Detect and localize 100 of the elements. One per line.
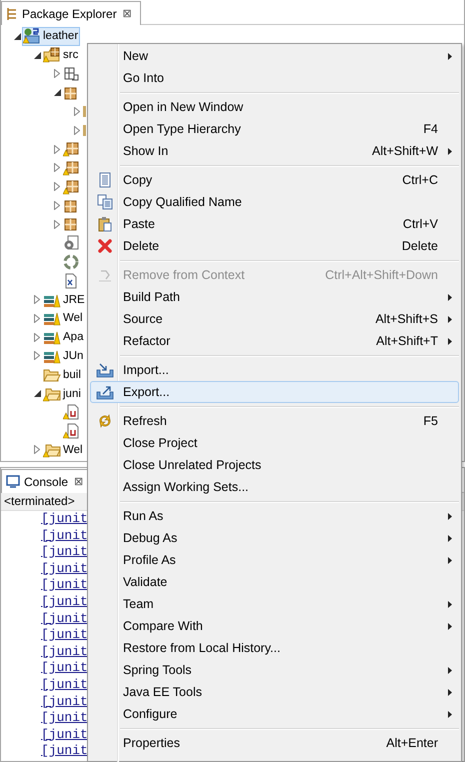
expanded-arrow-icon[interactable] bbox=[54, 89, 60, 96]
menu-item[interactable]: Open Type Hierarchy F4 bbox=[90, 118, 459, 140]
collapsed-arrow-icon[interactable] bbox=[54, 163, 60, 172]
recycle-icon bbox=[63, 254, 79, 270]
console-icon bbox=[6, 475, 20, 488]
menu-item[interactable]: Spring Tools bbox=[90, 659, 459, 681]
tab-title[interactable]: Console bbox=[24, 474, 68, 488]
console-link[interactable]: [junit bbox=[41, 577, 88, 594]
collapsed-arrow-icon[interactable] bbox=[34, 332, 40, 342]
menu-item[interactable]: Import... bbox=[90, 359, 459, 381]
menu-item[interactable]: Restore from Local History... bbox=[90, 637, 459, 659]
tree-item[interactable] bbox=[62, 252, 81, 272]
package-warning-icon bbox=[63, 178, 79, 195]
expanded-arrow-icon[interactable] bbox=[14, 32, 20, 40]
console-link[interactable]: [junit bbox=[41, 627, 88, 644]
tree-item[interactable] bbox=[62, 422, 81, 441]
package-icon bbox=[63, 216, 79, 232]
menu-item[interactable]: Paste Ctrl+V bbox=[90, 213, 459, 235]
menu-item[interactable]: Team bbox=[90, 593, 459, 615]
console-link[interactable]: [junit bbox=[41, 610, 88, 628]
package-explorer-icon bbox=[6, 6, 18, 20]
xml-file-icon bbox=[63, 272, 79, 289]
close-icon[interactable]: ⊠ bbox=[120, 7, 134, 20]
console-link[interactable]: [junit bbox=[41, 660, 88, 677]
menu-item[interactable]: Export... bbox=[90, 381, 459, 403]
menu-item[interactable]: New bbox=[90, 45, 459, 67]
tree-item[interactable]: Wel bbox=[42, 440, 85, 460]
tree-item[interactable]: Wel bbox=[42, 308, 85, 328]
menu-item[interactable]: Go Into bbox=[90, 67, 459, 89]
package-icon bbox=[63, 84, 79, 101]
tree-item[interactable] bbox=[62, 64, 81, 84]
tree-item[interactable] bbox=[62, 402, 81, 422]
tree-item[interactable]: buil bbox=[42, 365, 83, 384]
collapsed-arrow-icon[interactable] bbox=[34, 351, 40, 360]
copy-icon bbox=[97, 172, 113, 188]
tree-item[interactable]: Apa bbox=[42, 328, 86, 347]
tree-item[interactable]: JUn bbox=[42, 346, 86, 366]
console-link[interactable]: [junit bbox=[41, 560, 88, 578]
collapsed-arrow-icon[interactable] bbox=[74, 107, 80, 116]
tree-item[interactable]: src bbox=[42, 46, 80, 65]
console-link[interactable]: [junit bbox=[41, 528, 88, 544]
tree-item[interactable]: leather bbox=[22, 26, 80, 46]
collapsed-arrow-icon[interactable] bbox=[54, 220, 60, 229]
menu-item[interactable]: Refactor Alt+Shift+T bbox=[90, 330, 459, 352]
console-link[interactable]: [junit bbox=[41, 710, 88, 727]
menu-item[interactable]: Delete Delete bbox=[90, 235, 459, 257]
menu-item[interactable]: Java EE Tools bbox=[90, 681, 459, 703]
close-icon[interactable]: ⊠ bbox=[72, 475, 86, 488]
package-warning-icon bbox=[63, 141, 79, 158]
console-link[interactable]: [junit bbox=[41, 676, 88, 694]
console-link[interactable]: [junit bbox=[41, 544, 88, 561]
export-icon bbox=[96, 384, 114, 400]
menu-item[interactable]: Compare With bbox=[90, 615, 459, 637]
collapsed-arrow-icon[interactable] bbox=[54, 201, 60, 210]
package-group-icon bbox=[63, 66, 79, 82]
menu-item[interactable]: Show In Alt+Shift+W bbox=[90, 140, 459, 162]
collapsed-arrow-icon[interactable] bbox=[34, 314, 40, 323]
package-icon bbox=[63, 198, 79, 214]
tree-item[interactable]: JRE bbox=[42, 290, 87, 310]
expanded-arrow-icon[interactable] bbox=[34, 52, 40, 59]
menu-item[interactable]: Close Unrelated Projects bbox=[90, 454, 459, 476]
console-link[interactable]: [junit bbox=[41, 594, 88, 611]
console-link[interactable]: [junit bbox=[41, 743, 88, 760]
gear-file-icon bbox=[63, 235, 79, 252]
test-file-icon bbox=[63, 404, 79, 420]
menu-item[interactable]: Refresh F5 bbox=[90, 410, 459, 432]
copy-icon bbox=[97, 194, 113, 210]
tab-title[interactable]: Package Explorer bbox=[22, 6, 117, 20]
menu-item[interactable]: Profile As bbox=[90, 549, 459, 571]
project-icon bbox=[23, 28, 41, 44]
tree-item[interactable]: juni bbox=[42, 384, 83, 404]
console-link[interactable]: [junit bbox=[41, 511, 88, 528]
collapsed-arrow-icon[interactable] bbox=[54, 182, 60, 192]
delete-icon bbox=[97, 238, 113, 254]
refresh-icon bbox=[97, 413, 113, 429]
expanded-arrow-icon[interactable] bbox=[34, 390, 40, 398]
menu-item[interactable]: Configure bbox=[90, 703, 459, 725]
library-icon bbox=[43, 329, 61, 346]
source-folder-icon bbox=[43, 47, 61, 64]
menu-item[interactable]: Debug As bbox=[90, 527, 459, 549]
menu-item[interactable]: Build Path bbox=[90, 286, 459, 308]
menu-item[interactable]: Copy Qualified Name bbox=[90, 191, 459, 213]
menu-item[interactable]: Validate bbox=[90, 571, 459, 593]
tree-item[interactable] bbox=[62, 140, 81, 159]
collapsed-arrow-icon[interactable] bbox=[54, 144, 60, 154]
package-warning-icon bbox=[63, 160, 79, 176]
menu-item[interactable]: Close Project bbox=[90, 432, 459, 454]
console-link[interactable]: [junit bbox=[41, 644, 88, 660]
collapsed-arrow-icon[interactable] bbox=[74, 126, 80, 135]
menu-item[interactable]: Properties Alt+Enter bbox=[90, 732, 459, 754]
collapsed-arrow-icon[interactable] bbox=[34, 295, 40, 304]
collapsed-arrow-icon[interactable] bbox=[54, 69, 60, 78]
library-icon bbox=[43, 310, 61, 326]
menu-item[interactable]: Open in New Window bbox=[90, 96, 459, 118]
console-link[interactable]: [junit bbox=[41, 726, 88, 744]
test-file-icon bbox=[63, 423, 79, 440]
menu-item[interactable]: Source Alt+Shift+S bbox=[90, 308, 459, 330]
menu-item[interactable]: Copy Ctrl+C bbox=[90, 169, 459, 191]
collapsed-arrow-icon[interactable] bbox=[34, 445, 40, 454]
console-link[interactable]: [junit bbox=[41, 694, 88, 710]
